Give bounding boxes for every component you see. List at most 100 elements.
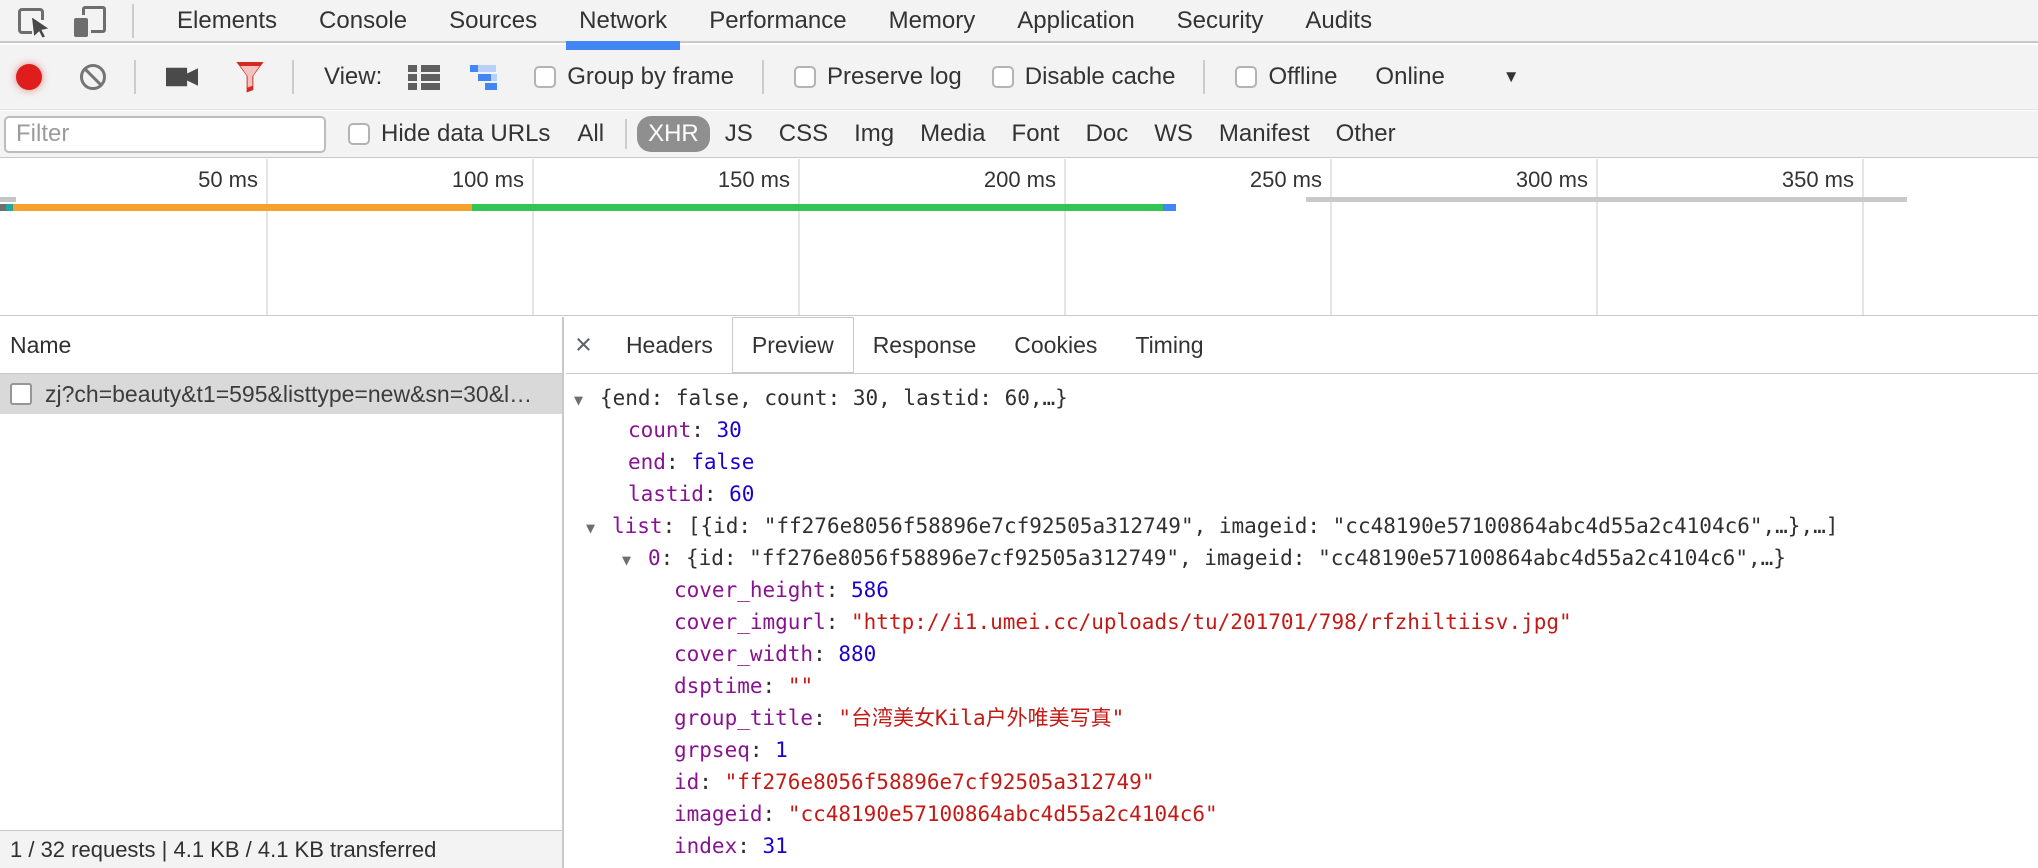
type-filter-font[interactable]: Font (1001, 116, 1071, 152)
network-overview[interactable]: 50 ms100 ms150 ms200 ms250 ms300 ms350 m… (0, 159, 2038, 316)
type-filter-css[interactable]: CSS (768, 116, 839, 152)
preview-line[interactable]: dsptime: "" (566, 670, 2038, 702)
group-by-frame-checkbox[interactable]: Group by frame (534, 63, 734, 91)
json-token-key: cover_height (674, 578, 826, 602)
preview-line[interactable]: count: 30 (566, 414, 2038, 446)
offline-checkbox[interactable]: Offline (1235, 63, 1337, 91)
preview-line[interactable]: ▼list: [{id: "ff276e8056f58896e7cf92505a… (566, 510, 2038, 542)
type-filter-media[interactable]: Media (909, 116, 996, 152)
json-token-plain: : (763, 674, 788, 698)
json-token-plain: : (826, 578, 851, 602)
preview-line[interactable]: lastid: 60 (566, 478, 2038, 510)
disable-cache-checkbox[interactable]: Disable cache (992, 63, 1176, 91)
type-filter-doc[interactable]: Doc (1075, 116, 1140, 152)
preview-line[interactable]: cover_height: 586 (566, 574, 2038, 606)
json-token-key: grpseq (674, 738, 750, 762)
type-filter-xhr[interactable]: XHR (637, 116, 710, 152)
overview-bar-segment (13, 204, 472, 211)
details-tab-headers[interactable]: Headers (607, 317, 732, 373)
filter-input[interactable] (4, 116, 326, 153)
details-tab-response[interactable]: Response (854, 317, 996, 373)
details-tab-timing[interactable]: Timing (1116, 317, 1222, 373)
tab-security[interactable]: Security (1156, 0, 1285, 41)
tab-memory[interactable]: Memory (868, 0, 997, 41)
filter-divider (625, 119, 627, 149)
ruler-label: 350 ms (1694, 167, 1854, 193)
type-filter-img[interactable]: Img (843, 116, 905, 152)
close-icon[interactable]: × (566, 329, 607, 362)
toolbar-divider (132, 4, 134, 38)
disclosure-triangle-icon[interactable]: ▼ (622, 544, 648, 576)
overview-bar-segment (1306, 197, 1907, 202)
device-toolbar-icon[interactable] (72, 4, 108, 38)
disclosure-triangle-icon[interactable]: ▼ (574, 384, 600, 416)
tab-console[interactable]: Console (298, 0, 428, 41)
json-token-num: 1 (775, 738, 788, 762)
chevron-down-icon[interactable]: ▼ (1503, 67, 1520, 87)
json-token-key: cover_width (674, 642, 813, 666)
json-token-plain: : (699, 770, 724, 794)
preview-line[interactable]: index: 31 (566, 830, 2038, 862)
type-filter-manifest[interactable]: Manifest (1208, 116, 1321, 152)
filter-funnel-icon[interactable] (236, 62, 264, 93)
ruler-gridline (266, 159, 268, 315)
json-token-num: false (691, 450, 754, 474)
tab-elements[interactable]: Elements (156, 0, 298, 41)
preview-line[interactable]: end: false (566, 446, 2038, 478)
preview-line[interactable]: group_title: "台湾美女Kila户外唯美写真" (566, 702, 2038, 734)
disclosure-triangle-icon[interactable]: ▼ (586, 512, 612, 544)
toolbar-divider (134, 60, 136, 94)
overview-bar-segment (6, 204, 13, 211)
json-token-plain: {end: false, count: 30, lastid: 60,…} (600, 386, 1068, 410)
tab-sources[interactable]: Sources (428, 0, 558, 41)
preview-line[interactable]: cover_imgurl: "http://i1.umei.cc/uploads… (566, 606, 2038, 638)
type-filter-js[interactable]: JS (714, 116, 764, 152)
ruler-label: 300 ms (1428, 167, 1588, 193)
devtools-tab-bar: ElementsConsoleSourcesNetworkPerformance… (0, 0, 2038, 43)
checkbox-label: Group by frame (567, 63, 734, 91)
json-token-plain: : (813, 642, 838, 666)
json-token-num: 60 (729, 482, 754, 506)
preview-line[interactable]: imageid: "cc48190e57100864abc4d55a2c4104… (566, 798, 2038, 830)
show-overview-icon[interactable] (470, 64, 504, 91)
hide-data-urls-checkbox[interactable]: Hide data URLs (348, 120, 550, 148)
type-filter-ws[interactable]: WS (1143, 116, 1204, 152)
json-token-plain: : (691, 418, 716, 442)
preview-line[interactable]: cover_width: 880 (566, 638, 2038, 670)
tab-audits[interactable]: Audits (1284, 0, 1393, 41)
request-row[interactable]: zj?ch=beauty&t1=595&listtype=new&sn=30&l… (0, 374, 562, 414)
details-tab-preview[interactable]: Preview (732, 317, 854, 373)
tab-network[interactable]: Network (558, 0, 688, 41)
json-token-plain: : (750, 738, 775, 762)
resource-type-filters: All XHRJSCSSImgMediaFontDocWSManifestOthe… (564, 116, 1408, 152)
inspect-element-icon[interactable] (16, 4, 50, 38)
clear-button[interactable] (80, 64, 106, 90)
json-token-str: "ff276e8056f58896e7cf92505a312749" (725, 770, 1155, 794)
json-token-key: cover_imgurl (674, 610, 826, 634)
name-header-label: Name (10, 332, 71, 359)
json-token-plain: : (704, 482, 729, 506)
json-token-plain: : (763, 802, 788, 826)
preview-line[interactable]: ▼0: {id: "ff276e8056f58896e7cf92505a3127… (566, 542, 2038, 574)
preview-line[interactable]: id: "ff276e8056f58896e7cf92505a312749" (566, 766, 2038, 798)
json-preview-tree: ▼{end: false, count: 30, lastid: 60,…}co… (566, 375, 2038, 868)
name-column-header[interactable]: Name (0, 317, 562, 374)
checkbox-glyph (348, 123, 370, 145)
preview-line[interactable]: grpseq: 1 (566, 734, 2038, 766)
type-filter-other[interactable]: Other (1325, 116, 1407, 152)
ruler-label: 250 ms (1162, 167, 1322, 193)
tab-application[interactable]: Application (996, 0, 1155, 41)
json-token-num: 880 (838, 642, 876, 666)
json-token-plain: : (737, 834, 762, 858)
details-tab-cookies[interactable]: Cookies (995, 317, 1116, 373)
record-button[interactable] (16, 64, 42, 90)
type-filter-all[interactable]: All (566, 116, 615, 152)
preserve-log-checkbox[interactable]: Preserve log (794, 63, 962, 91)
preview-line[interactable]: ▼{end: false, count: 30, lastid: 60,…} (566, 382, 2038, 414)
throttling-select[interactable]: Online (1375, 63, 1444, 91)
large-request-rows-icon[interactable] (408, 65, 440, 90)
json-token-key: count (628, 418, 691, 442)
tab-performance[interactable]: Performance (688, 0, 867, 41)
screenshot-camera-icon[interactable] (166, 66, 198, 88)
json-token-num: 31 (763, 834, 788, 858)
